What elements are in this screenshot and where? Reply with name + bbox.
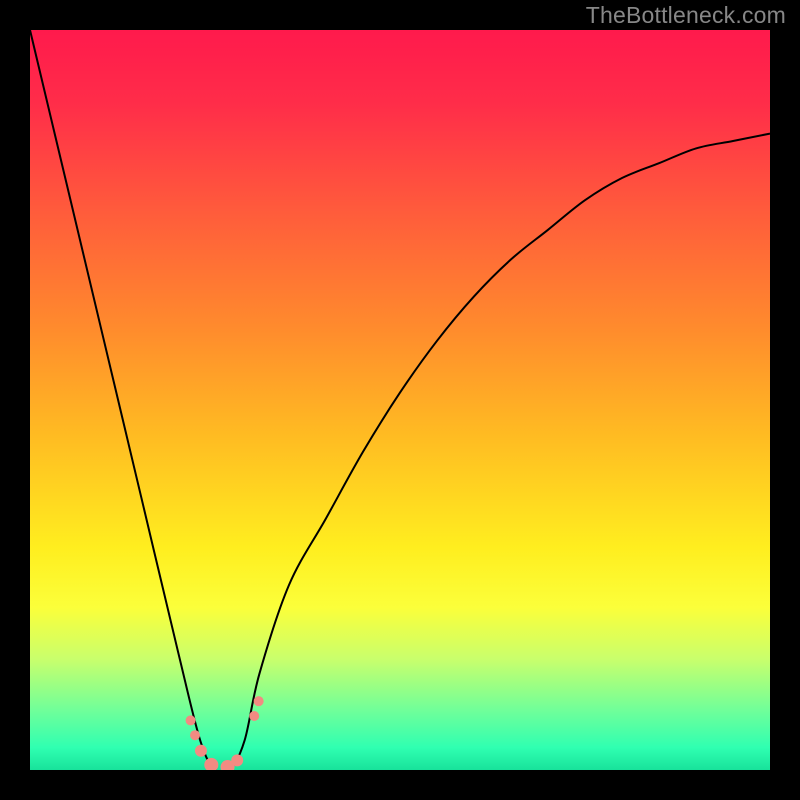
curve-marker [231,754,243,766]
gradient-background [30,30,770,770]
curve-marker [254,696,264,706]
chart-stage: TheBottleneck.com [0,0,800,800]
bottleneck-chart [30,30,770,770]
watermark-text: TheBottleneck.com [586,2,786,29]
curve-marker [186,715,196,725]
curve-marker [195,745,207,757]
curve-marker [190,730,200,740]
curve-marker [249,711,259,721]
